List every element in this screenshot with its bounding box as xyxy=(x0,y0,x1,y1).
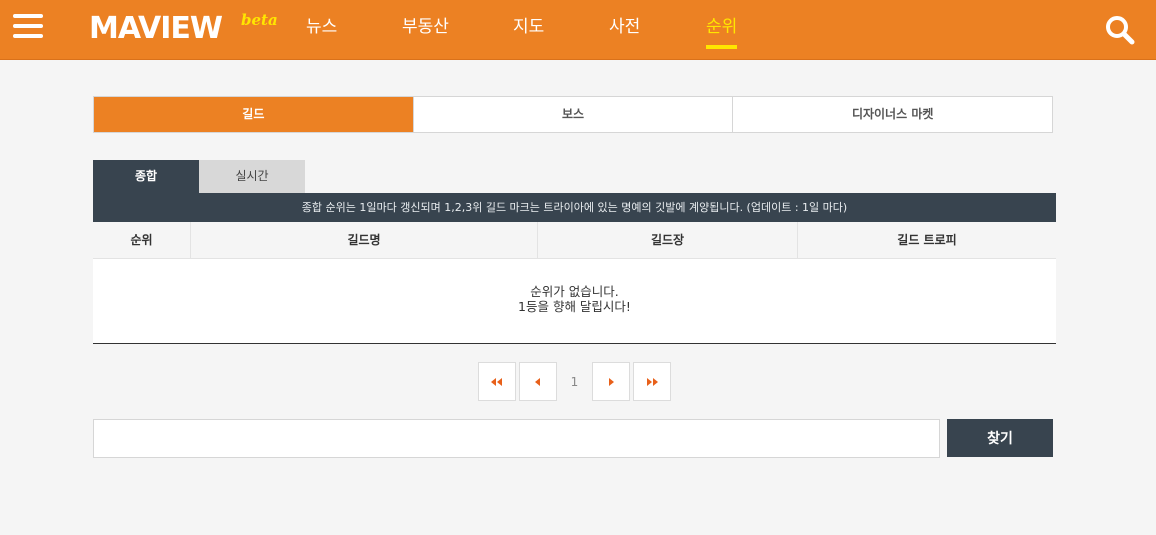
last-page-icon[interactable] xyxy=(633,362,671,401)
tab-guild[interactable]: 길드 xyxy=(94,97,413,132)
first-page-icon[interactable] xyxy=(478,362,516,401)
empty-message-line1: 순위가 없습니다. xyxy=(530,284,619,299)
column-guild-master: 길드장 xyxy=(537,222,797,258)
search-button[interactable]: 찾기 xyxy=(947,419,1053,457)
ranking-notice: 종합 순위는 1일마다 갱신되며 1,2,3위 길드 마크는 트라이아에 있는 … xyxy=(93,193,1056,222)
nav-real-estate[interactable]: 부동산 xyxy=(402,0,449,60)
column-guild-name: 길드명 xyxy=(190,222,537,258)
nav-map[interactable]: 지도 xyxy=(513,0,544,60)
ranking-category-tabs: 길드 보스 디자이너스 마켓 xyxy=(93,96,1053,133)
page-number-current[interactable]: 1 xyxy=(557,375,592,389)
logo-beta-badge: beta xyxy=(241,11,278,29)
nav-news[interactable]: 뉴스 xyxy=(306,0,337,60)
nav-dictionary[interactable]: 사전 xyxy=(609,0,640,60)
tab-boss[interactable]: 보스 xyxy=(412,97,733,132)
tab-overall[interactable]: 종합 xyxy=(93,160,199,193)
pagination: 1 xyxy=(478,362,671,401)
prev-page-icon[interactable] xyxy=(519,362,557,401)
tab-realtime[interactable]: 실시간 xyxy=(199,160,305,193)
column-rank: 순위 xyxy=(130,233,153,247)
nav-ranking[interactable]: 순위 xyxy=(706,0,738,60)
search-icon[interactable] xyxy=(1104,14,1136,46)
empty-ranking-message: 순위가 없습니다. 1등을 향해 달립시다! xyxy=(93,259,1056,344)
logo-text: MAVIEW xyxy=(89,11,223,46)
next-page-icon[interactable] xyxy=(592,362,630,401)
tab-designers-market[interactable]: 디자이너스 마켓 xyxy=(732,97,1052,132)
ranking-period-tabs: 종합 실시간 xyxy=(93,160,305,193)
top-header: MAVIEW beta 뉴스 부동산 지도 사전 순위 xyxy=(0,0,1156,60)
empty-message-line2: 1등을 향해 달립시다! xyxy=(518,299,631,314)
column-guild-trophy: 길드 트로피 xyxy=(797,222,1056,258)
guild-search-input[interactable] xyxy=(93,419,940,458)
hamburger-menu-icon[interactable] xyxy=(13,14,43,40)
table-header: 순위 길드명 길드장 길드 트로피 xyxy=(93,222,1056,259)
